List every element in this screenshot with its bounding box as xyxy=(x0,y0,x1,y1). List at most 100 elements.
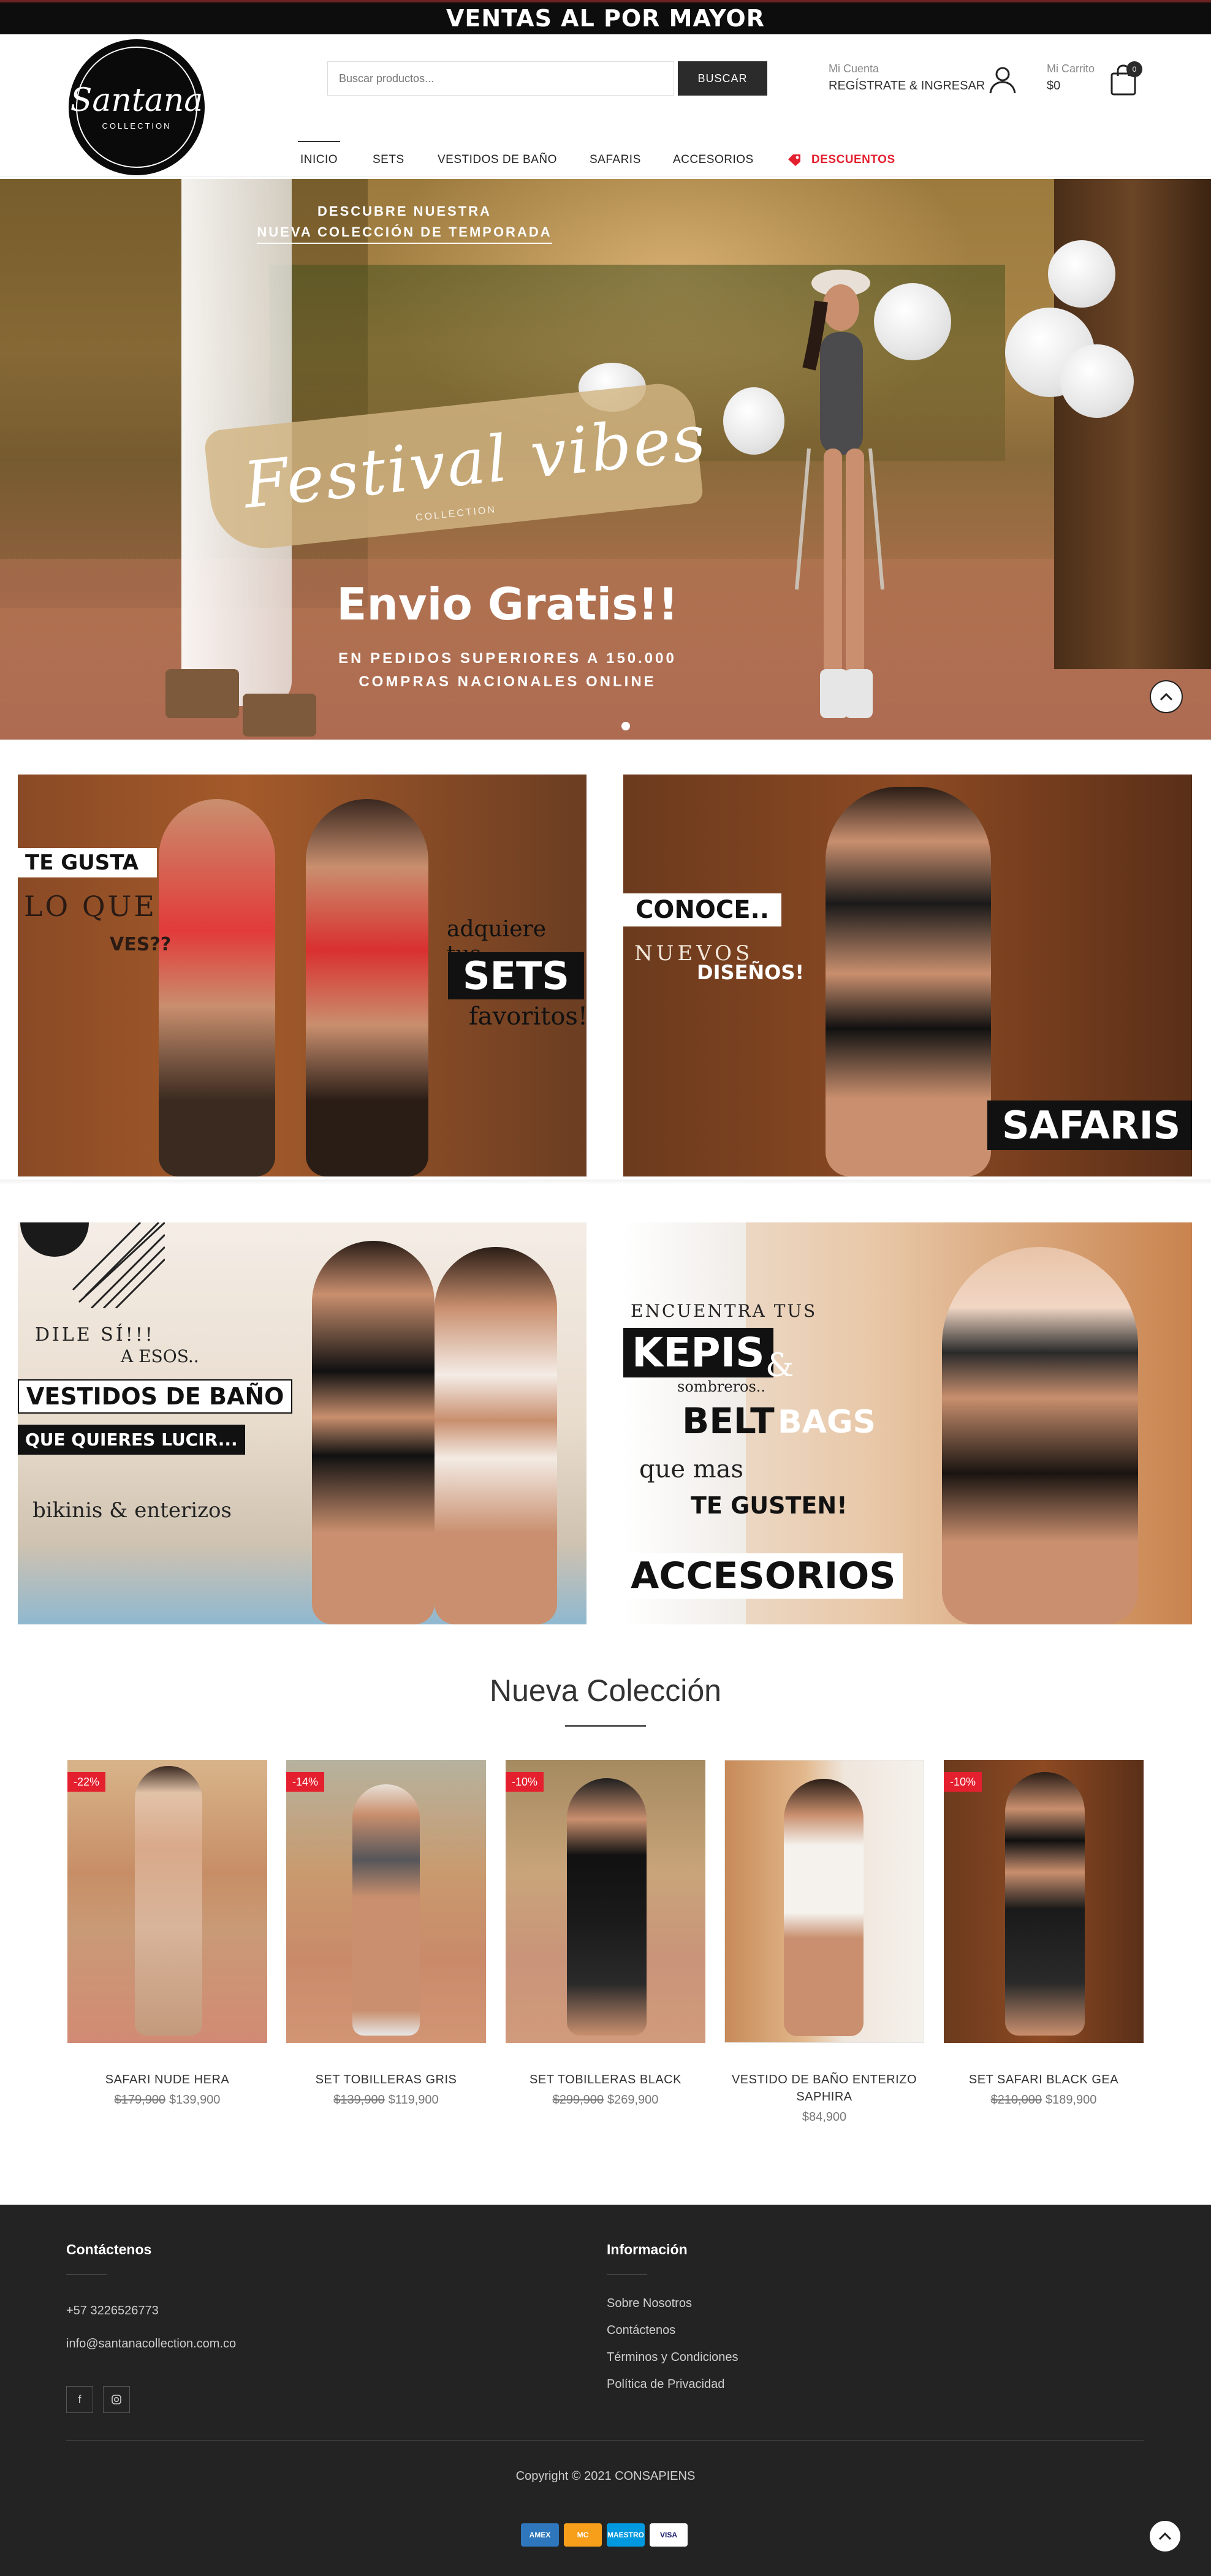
banner-vestidos-t4: QUE QUIERES LUCIR... xyxy=(18,1425,245,1455)
cart-total: $0 xyxy=(1047,79,1061,93)
old-price: $210,000 xyxy=(990,2093,1042,2107)
product-card[interactable]: -14% SET TOBILLERAS GRIS $139,900 $119,90… xyxy=(286,1760,486,2107)
cart-label: Mi Carrito xyxy=(1047,63,1095,75)
hero-tagline-line1: DESCUBRE NUESTRA xyxy=(317,203,492,219)
hero-subtext-line1: EN PEDIDOS SUPERIORES A 150.000 xyxy=(338,650,677,667)
payment-methods: AMEX MC MAESTRO VISA xyxy=(521,2523,688,2547)
user-icon[interactable] xyxy=(988,65,1017,94)
arrow-up-icon[interactable] xyxy=(1150,680,1183,713)
nav-descuentos[interactable]: DESCUENTOS xyxy=(787,143,895,176)
decor-stripes xyxy=(20,1222,165,1308)
current-price: $189,900 xyxy=(1046,2093,1097,2107)
discount-badge: -10% xyxy=(944,1772,982,1792)
product-price: $139,900 $119,900 xyxy=(286,2093,486,2107)
banner-sets-t3: VES?? xyxy=(110,934,172,955)
product-name[interactable]: SET SAFARI BLACK GEA xyxy=(944,2071,1144,2088)
footer-link-sobre-nosotros[interactable]: Sobre Nosotros xyxy=(607,2297,692,2311)
maestro-card-icon: MAESTRO xyxy=(607,2523,645,2547)
banner-accesorios-t7: que mas xyxy=(639,1455,744,1483)
product-name[interactable]: SET TOBILLERAS BLACK xyxy=(506,2071,705,2088)
nav-descuentos-label: DESCUENTOS xyxy=(811,153,895,166)
banner-safaris-t1: CONOCE.. xyxy=(623,893,781,926)
search-input[interactable] xyxy=(327,61,674,96)
old-price: $139,900 xyxy=(333,2093,385,2107)
discount-badge: -14% xyxy=(286,1772,325,1792)
product-image[interactable] xyxy=(724,1760,924,2043)
banner-sets[interactable]: TE GUSTA LO QUE VES?? adquiere tus SETS … xyxy=(18,775,587,1176)
banner-vestidos-de-bano[interactable]: DILE SÍ!!! A ESOS.. VESTIDOS DE BAÑO QUE… xyxy=(18,1222,587,1624)
hero-slider[interactable]: DESCUBRE NUESTRA NUEVA COLECCIÓN DE TEMP… xyxy=(0,179,1211,740)
site-header: Santana COLLECTION BUSCAR Mi Cuenta REGÍ… xyxy=(0,34,1211,176)
nav-safaris[interactable]: SAFARIS xyxy=(590,143,641,176)
banner-safaris-t4: SAFARIS xyxy=(987,1100,1192,1150)
nav-sets[interactable]: SETS xyxy=(373,143,404,176)
discount-badge: -10% xyxy=(506,1772,544,1792)
paper-lantern xyxy=(1060,344,1134,418)
product-card[interactable]: -22% SAFARI NUDE HERA $179,900 $139,900 xyxy=(67,1760,267,2107)
wholesale-bar[interactable]: VENTAS AL POR MAYOR xyxy=(0,0,1211,34)
cart-count-badge: 0 xyxy=(1126,61,1142,77)
banner-safaris-t3: DISEÑOS! xyxy=(697,961,804,984)
banner-sets-t6: favoritos! xyxy=(469,1002,587,1031)
footer-link-privacidad[interactable]: Política de Privacidad xyxy=(607,2377,724,2392)
banner-accesorios[interactable]: ENCUENTRA TUS KEPIS & sombreros.. BELT B… xyxy=(623,1222,1192,1624)
product-card[interactable]: -10% SET TOBILLERAS BLACK $299,900 $269,9… xyxy=(506,1760,705,2107)
banner-vestidos-t3: VESTIDOS DE BAÑO xyxy=(18,1379,293,1414)
discount-badge: -22% xyxy=(67,1772,106,1792)
product-price: $299,900 $269,900 xyxy=(506,2093,705,2107)
site-footer: Contáctenos +57 3226526773 info@santanac… xyxy=(0,2205,1211,2576)
search-button[interactable]: BUSCAR xyxy=(678,61,767,96)
product-card[interactable]: -10% SET SAFARI BLACK GEA $210,000 $189,9… xyxy=(944,1760,1144,2107)
product-image[interactable]: -10% xyxy=(944,1760,1144,2043)
back-to-top-icon[interactable] xyxy=(1148,2520,1182,2553)
footer-link-contactenos[interactable]: Contáctenos xyxy=(607,2324,675,2338)
banner-safaris[interactable]: CONOCE.. NUEVOS DISEÑOS! SAFARIS xyxy=(623,775,1192,1176)
nav-inicio[interactable]: INICIO xyxy=(297,141,341,176)
instagram-icon[interactable] xyxy=(103,2386,130,2413)
footer-email[interactable]: info@santanacollection.com.co xyxy=(66,2337,236,2351)
account-register-link[interactable]: REGÍSTRATE & INGRESAR xyxy=(829,79,985,93)
hero-tagline-line2: NUEVA COLECCIÓN DE TEMPORADA xyxy=(257,222,552,244)
tag-icon xyxy=(788,154,800,166)
product-name[interactable]: VESTIDO DE BAÑO ENTERIZO SAPHIRA xyxy=(724,2071,924,2105)
old-price: $299,900 xyxy=(552,2093,604,2107)
product-image[interactable]: -22% xyxy=(67,1760,267,2043)
product-price: $210,000 $189,900 xyxy=(944,2093,1144,2107)
banner-accesorios-t8: TE GUSTEN! xyxy=(691,1492,848,1519)
banner-sets-t1: TE GUSTA xyxy=(18,848,158,877)
banner-vestidos-t1: DILE SÍ!!! xyxy=(35,1324,155,1346)
product-image[interactable]: -10% xyxy=(506,1760,705,2043)
account-link[interactable]: Mi Cuenta REGÍSTRATE & INGRESAR xyxy=(829,63,985,93)
facebook-icon[interactable]: f xyxy=(66,2386,93,2413)
banner-vestidos-t2: A ESOS.. xyxy=(121,1346,199,1366)
visa-card-icon: VISA xyxy=(650,2523,688,2547)
hero-headline: Envio Gratis!! xyxy=(336,578,678,630)
current-price: $269,900 xyxy=(607,2093,659,2107)
banner-sets-t5: SETS xyxy=(448,952,584,999)
hero-subtext: EN PEDIDOS SUPERIORES A 150.000 COMPRAS … xyxy=(0,647,1015,694)
banner-accesorios-t9: ACCESORIOS xyxy=(623,1553,903,1599)
amex-card-icon: AMEX xyxy=(521,2523,559,2547)
section-underline xyxy=(565,1725,646,1727)
product-name[interactable]: SET TOBILLERAS GRIS xyxy=(286,2071,486,2088)
banner-accesorios-t3: & xyxy=(765,1347,794,1384)
paper-lantern xyxy=(1048,240,1115,308)
product-name[interactable]: SAFARI NUDE HERA xyxy=(67,2071,267,2088)
nav-vestidos-de-bano[interactable]: VESTIDOS DE BAÑO xyxy=(438,143,557,176)
banner-vestidos-t5: bikinis & enterizos xyxy=(32,1498,232,1523)
footer-phone[interactable]: +57 3226526773 xyxy=(66,2304,159,2318)
banner-accesorios-t6: BAGS xyxy=(778,1404,876,1441)
cart-link[interactable]: Mi Carrito $0 xyxy=(1047,63,1095,93)
product-price: $84,900 xyxy=(724,2110,924,2124)
product-card[interactable]: VESTIDO DE BAÑO ENTERIZO SAPHIRA $84,900 xyxy=(724,1760,924,2124)
banner-accesorios-t4: sombreros.. xyxy=(677,1378,766,1395)
product-image[interactable]: -14% xyxy=(286,1760,486,2043)
slider-dot[interactable] xyxy=(621,722,630,730)
footer-link-terminos[interactable]: Términos y Condiciones xyxy=(607,2351,738,2365)
hero-subtext-line2: COMPRAS NACIONALES ONLINE xyxy=(359,673,656,690)
nav-accesorios[interactable]: ACCESORIOS xyxy=(673,143,754,176)
account-label: Mi Cuenta xyxy=(829,63,879,75)
section-title: Nueva Colección xyxy=(490,1673,721,1708)
footer-info-title: Información xyxy=(607,2241,688,2257)
banner-accesorios-t2: KEPIS xyxy=(623,1328,773,1377)
